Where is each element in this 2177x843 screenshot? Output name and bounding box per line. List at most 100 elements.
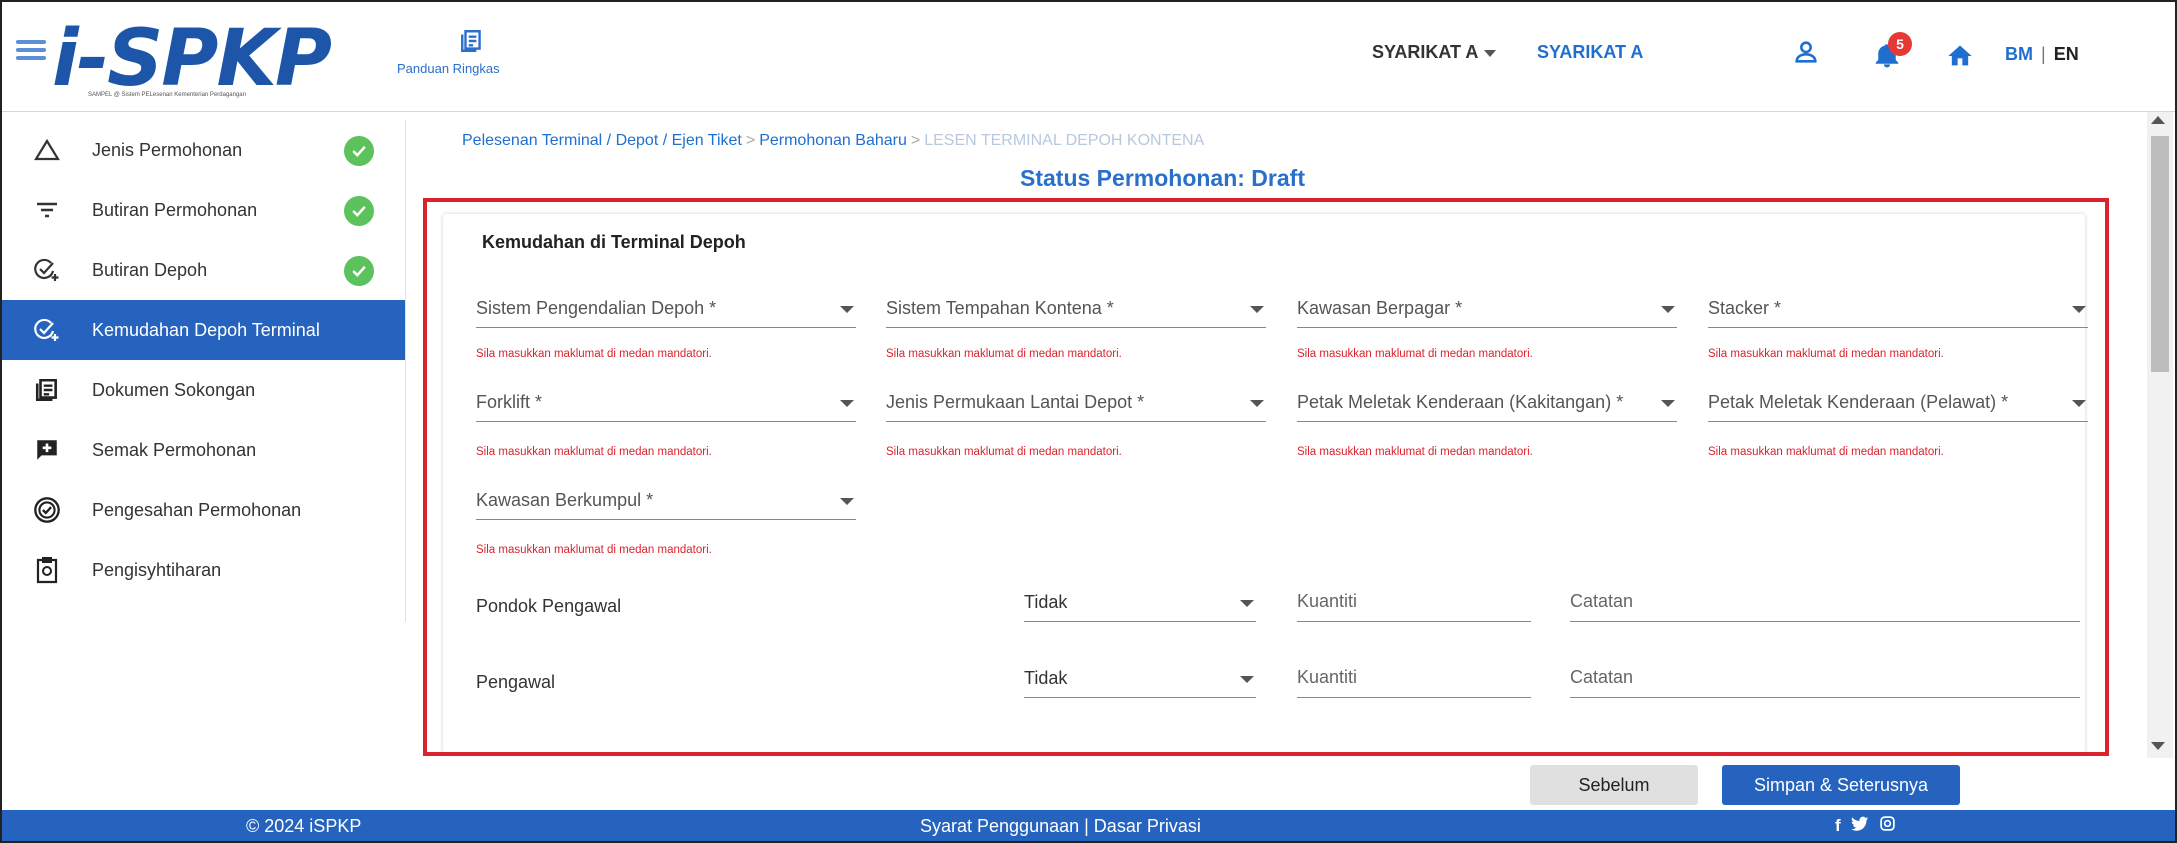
field-label: Kawasan Berpagar * bbox=[1297, 298, 1463, 318]
kawasan-berpagar-select[interactable]: Kawasan Berpagar * bbox=[1297, 288, 1677, 328]
chevron-down-icon bbox=[1484, 49, 1497, 57]
document-icon bbox=[32, 375, 62, 405]
sidebar-item-label: Butiran Depoh bbox=[92, 259, 208, 280]
company-link[interactable]: SYARIKAT A bbox=[1537, 42, 1643, 63]
document-icon bbox=[459, 28, 485, 59]
pengawal-select[interactable]: Tidak bbox=[1024, 658, 1256, 698]
petak-kakitangan-select[interactable]: Petak Meletak Kenderaan (Kakitangan) * bbox=[1297, 382, 1677, 422]
check-circle-icon bbox=[344, 256, 374, 286]
sidebar-item-pengesahan-permohonan[interactable]: Pengesahan Permohonan bbox=[2, 480, 405, 540]
error-message: Sila masukkan maklumat di medan mandator… bbox=[476, 544, 712, 556]
petak-pelawat-select[interactable]: Petak Meletak Kenderaan (Pelawat) * bbox=[1708, 382, 2088, 422]
pondok-pengawal-kuantiti-input[interactable] bbox=[1297, 582, 1531, 622]
sidebar-item-label: Pengesahan Permohonan bbox=[92, 499, 302, 520]
error-message: Sila masukkan maklumat di medan mandator… bbox=[1297, 348, 1533, 360]
instagram-icon[interactable] bbox=[1879, 815, 1896, 837]
error-message: Sila masukkan maklumat di medan mandator… bbox=[886, 446, 1122, 458]
chevron-down-icon bbox=[840, 400, 854, 407]
company-dropdown[interactable]: SYARIKAT A bbox=[1372, 42, 1497, 63]
lang-en[interactable]: EN bbox=[2054, 44, 2079, 64]
sidebar-item-semak-permohonan[interactable]: Semak Permohonan bbox=[2, 420, 405, 480]
footer-links[interactable]: Syarat Penggunaan | Dasar Privasi bbox=[920, 816, 1201, 837]
pengawal-label: Pengawal bbox=[476, 672, 556, 692]
previous-button[interactable]: Sebelum bbox=[1530, 765, 1698, 805]
stacker-select[interactable]: Stacker * bbox=[1708, 288, 2088, 328]
field-label: Petak Meletak Kenderaan (Kakitangan) * bbox=[1297, 392, 1624, 412]
page-title: Status Permohonan: Draft bbox=[1020, 165, 1305, 191]
user-icon[interactable] bbox=[1792, 38, 1820, 71]
error-message: Sila masukkan maklumat di medan mandator… bbox=[1708, 348, 1944, 360]
home-icon[interactable] bbox=[1946, 42, 1974, 75]
chevron-down-icon bbox=[2072, 306, 2086, 313]
guide-label: Panduan Ringkas bbox=[397, 61, 500, 76]
chevron-down-icon bbox=[1661, 400, 1675, 407]
select-value: Tidak bbox=[1024, 592, 1068, 612]
field-label: Petak Meletak Kenderaan (Pelawat) * bbox=[1708, 392, 2009, 412]
logo-text: i-SPKP bbox=[52, 14, 332, 104]
select-value: Tidak bbox=[1024, 668, 1068, 688]
facebook-icon[interactable]: f bbox=[1835, 816, 1841, 836]
field-label: Stacker * bbox=[1708, 298, 1782, 318]
scroll-thumb[interactable] bbox=[2151, 136, 2169, 372]
lang-bm[interactable]: BM bbox=[2005, 44, 2033, 64]
chevron-down-icon bbox=[1250, 400, 1264, 407]
form-title: Kemudahan di Terminal Depoh bbox=[482, 232, 746, 252]
scroll-up-icon[interactable] bbox=[2151, 116, 2165, 124]
breadcrumb-link-permohonan-baharu[interactable]: Permohonan Baharu bbox=[759, 132, 907, 149]
triangle-icon bbox=[32, 135, 62, 165]
pengawal-kuantiti-input[interactable] bbox=[1297, 658, 1531, 698]
sidebar-item-butiran-depoh[interactable]: Butiran Depoh bbox=[2, 240, 405, 300]
error-message: Sila masukkan maklumat di medan mandator… bbox=[476, 348, 712, 360]
language-switcher: BM | EN bbox=[2005, 44, 2079, 65]
field-label: Sistem Pengendalian Depoh * bbox=[476, 298, 717, 318]
sidebar-item-label: Pengisyhtiharan bbox=[92, 559, 222, 580]
notification-badge: 5 bbox=[1888, 32, 1912, 56]
error-message: Sila masukkan maklumat di medan mandator… bbox=[476, 446, 712, 458]
chevron-down-icon bbox=[1240, 600, 1254, 607]
breadcrumb: Pelesenan Terminal / Depot / Ejen Tiket >… bbox=[462, 132, 1204, 150]
chevron-down-icon bbox=[1240, 676, 1254, 683]
chevron-down-icon bbox=[1250, 306, 1264, 313]
forklift-select[interactable]: Forklift * bbox=[476, 382, 856, 422]
ispkp-logo[interactable]: i-SPKP SAMPEL @ Sistem PELesenan Kemente… bbox=[16, 14, 396, 104]
sidebar-item-label: Dokumen Sokongan bbox=[92, 379, 256, 400]
twitter-icon[interactable] bbox=[1850, 816, 1869, 837]
scroll-down-icon[interactable] bbox=[2151, 742, 2165, 750]
save-next-button[interactable]: Simpan & Seterusnya bbox=[1722, 765, 1960, 805]
breadcrumb-link-pelesenan[interactable]: Pelesenan Terminal / Depot / Ejen Tiket bbox=[462, 132, 742, 149]
company-dropdown-label: SYARIKAT A bbox=[1372, 42, 1479, 62]
sidebar-item-kemudahan-depoh-terminal[interactable]: Kemudahan Depoh Terminal bbox=[2, 300, 405, 360]
chevron-down-icon bbox=[840, 306, 854, 313]
kawasan-berkumpul-select[interactable]: Kawasan Berkumpul * bbox=[476, 480, 856, 520]
lang-separator: | bbox=[2041, 44, 2046, 64]
filter-icon bbox=[32, 195, 62, 225]
pondok-pengawal-catatan-input[interactable] bbox=[1570, 582, 2080, 622]
sidebar-item-dokumen-sokongan[interactable]: Dokumen Sokongan bbox=[2, 360, 405, 420]
sidebar-item-jenis-permohonan[interactable]: Jenis Permohonan bbox=[2, 120, 405, 180]
add-comment-icon bbox=[32, 435, 62, 465]
guide-link[interactable]: Panduan Ringkas bbox=[397, 28, 547, 76]
sistem-pengendalian-depoh-select[interactable]: Sistem Pengendalian Depoh * bbox=[476, 288, 856, 328]
breadcrumb-separator: > bbox=[745, 132, 756, 149]
chevron-down-icon bbox=[2072, 400, 2086, 407]
field-label: Forklift * bbox=[476, 392, 543, 412]
pondok-pengawal-label: Pondok Pengawal bbox=[476, 596, 622, 616]
pondok-pengawal-select[interactable]: Tidak bbox=[1024, 582, 1256, 622]
error-message: Sila masukkan maklumat di medan mandator… bbox=[1297, 446, 1533, 458]
sidebar-item-label: Kemudahan Depoh Terminal bbox=[92, 319, 320, 340]
sistem-tempahan-kontena-select[interactable]: Sistem Tempahan Kontena * bbox=[886, 288, 1266, 328]
footer: © 2024 iSPKP Syarat Penggunaan | Dasar P… bbox=[2, 810, 2175, 841]
breadcrumb-current: LESEN TERMINAL DEPOH KONTENA bbox=[924, 132, 1205, 149]
sidebar-item-pengisyhtiharan[interactable]: Pengisyhtiharan bbox=[2, 540, 405, 600]
field-label: Sistem Tempahan Kontena * bbox=[886, 298, 1114, 318]
check-plus-icon bbox=[32, 315, 62, 345]
sidebar-item-butiran-permohonan[interactable]: Butiran Permohonan bbox=[2, 180, 405, 240]
error-message: Sila masukkan maklumat di medan mandator… bbox=[1708, 446, 1944, 458]
check-circle-icon bbox=[344, 196, 374, 226]
sidebar-item-label: Jenis Permohonan bbox=[92, 139, 243, 160]
sidebar-item-label: Semak Permohonan bbox=[92, 439, 257, 460]
jenis-permukaan-lantai-select[interactable]: Jenis Permukaan Lantai Depot * bbox=[886, 382, 1266, 422]
menu-icon[interactable] bbox=[16, 40, 46, 60]
field-label: Kawasan Berkumpul * bbox=[476, 490, 654, 510]
pengawal-catatan-input[interactable] bbox=[1570, 658, 2080, 698]
